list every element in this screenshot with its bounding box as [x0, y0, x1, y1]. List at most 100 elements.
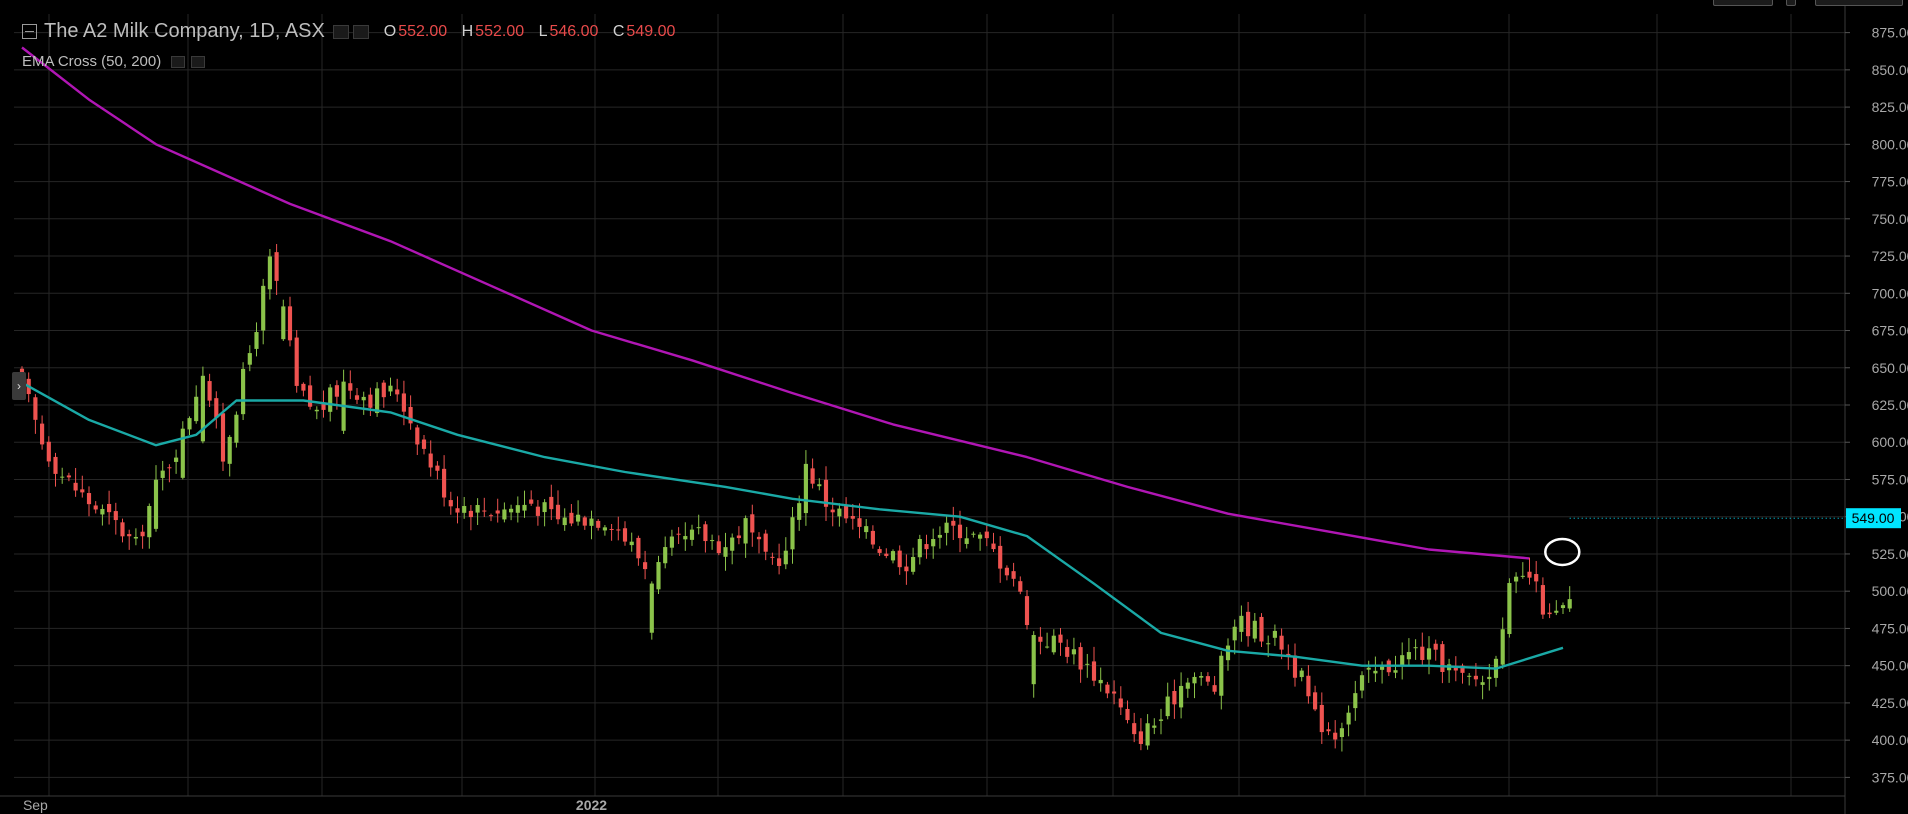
collapse-icon[interactable]: [22, 24, 37, 39]
indicator-settings-icon[interactable]: [191, 56, 206, 69]
price-tick-label: 850.00: [1872, 62, 1908, 78]
candle-body: [663, 547, 668, 564]
price-tick-label: 775.00: [1872, 174, 1908, 190]
candle-body: [850, 516, 855, 519]
candle-body: [100, 508, 105, 515]
candle-body: [1520, 575, 1525, 577]
price-tick-label: 650.00: [1872, 360, 1908, 376]
candle-body: [1038, 636, 1043, 642]
candle-body: [763, 533, 768, 552]
close-key: C: [612, 22, 625, 40]
chart-area[interactable]: 375.00 400.00 425.00 450.00 475.00 500.00 525.…: [0, 0, 1908, 814]
candle-body: [60, 476, 65, 478]
candle-body: [991, 543, 996, 550]
candle-body: [1091, 661, 1097, 681]
candle-body: [1326, 729, 1331, 732]
candle-body: [321, 404, 326, 410]
candle-body: [261, 285, 266, 331]
indicator-eye-icon[interactable]: [171, 56, 186, 69]
candle-body: [281, 306, 286, 340]
candle-body: [314, 409, 319, 412]
top-toolbar-button-2[interactable]: [1786, 0, 1796, 6]
candle-body: [1205, 676, 1210, 682]
candle-body: [1065, 647, 1070, 657]
candle-body: [174, 457, 179, 462]
candle-body: [1219, 655, 1224, 696]
candle-body: [1045, 646, 1050, 648]
price-tick-label: 475.00: [1872, 620, 1908, 636]
top-toolbar-button-3[interactable]: [1815, 0, 1903, 6]
candle-body: [1540, 585, 1545, 615]
candle-body: [529, 499, 534, 504]
candle-body: [643, 562, 648, 570]
eye-icon[interactable]: [333, 24, 350, 39]
candle-body: [1132, 723, 1137, 735]
candle-body: [830, 509, 835, 513]
candle-body: [287, 306, 293, 341]
candle-body: [442, 468, 447, 498]
candle-body: [609, 528, 614, 530]
candle-body: [689, 529, 695, 540]
candle-body: [696, 527, 701, 529]
low-key: L: [538, 22, 548, 40]
candle-body: [1514, 576, 1519, 582]
price-tick-label: 800.00: [1872, 136, 1908, 152]
candle-body: [1125, 708, 1130, 721]
candle-body: [669, 536, 674, 548]
candle-body: [1420, 646, 1425, 660]
candle-body: [716, 541, 721, 554]
chart-svg[interactable]: 375.00 400.00 425.00 450.00 475.00 500.00 525.…: [0, 0, 1908, 814]
candle-body: [683, 536, 688, 540]
candle-body: [1426, 648, 1432, 660]
candle-body: [736, 535, 741, 539]
candle-body: [790, 517, 795, 550]
candle-body: [1453, 667, 1458, 671]
price-tick-label: 675.00: [1872, 323, 1908, 339]
candle-body: [207, 381, 212, 401]
candle-body: [247, 353, 252, 365]
candle-body: [1085, 663, 1090, 665]
settings-icon[interactable]: [353, 24, 370, 39]
candle-body: [1118, 698, 1123, 708]
low-value: 546.00: [549, 22, 599, 40]
candle-body: [1467, 675, 1472, 677]
candle-body: [1266, 643, 1271, 645]
candle-body: [502, 509, 507, 520]
candle-body: [334, 385, 339, 397]
candle-body: [408, 406, 413, 424]
candle-body: [649, 583, 654, 633]
candle-body: [777, 558, 782, 566]
candle-body: [368, 394, 373, 408]
top-toolbar-button-1[interactable]: [1713, 0, 1773, 6]
open-value: 552.00: [398, 22, 448, 40]
candle-body: [33, 397, 38, 420]
candle-body: [1246, 611, 1251, 637]
candle-body: [810, 468, 815, 484]
candle-body: [978, 534, 983, 539]
candle-body: [328, 387, 333, 412]
expand-panel-icon[interactable]: ›: [12, 372, 26, 400]
candle-body: [944, 522, 949, 533]
candle-body: [1393, 670, 1398, 673]
candle-body: [1473, 675, 1478, 680]
candle-body: [971, 533, 976, 535]
candle-body: [1366, 667, 1371, 670]
candle-body: [401, 393, 406, 412]
candle-body: [911, 557, 916, 572]
candle-body: [957, 524, 963, 539]
candle-body: [676, 533, 681, 535]
candle-body: [864, 526, 869, 533]
candle-body: [1071, 649, 1076, 655]
candle-body: [890, 551, 896, 561]
candle-body: [596, 520, 601, 528]
candle-body: [1534, 574, 1539, 582]
candle-body: [194, 396, 199, 422]
indicator-legend[interactable]: EMA Cross (50, 200): [22, 53, 206, 70]
candle-body: [884, 553, 889, 556]
candle-body: [1554, 610, 1559, 613]
candle-body: [495, 510, 500, 514]
candle-body: [602, 527, 607, 531]
candle-body: [1212, 685, 1217, 692]
candle-body: [509, 508, 514, 513]
candle-body: [937, 534, 942, 538]
